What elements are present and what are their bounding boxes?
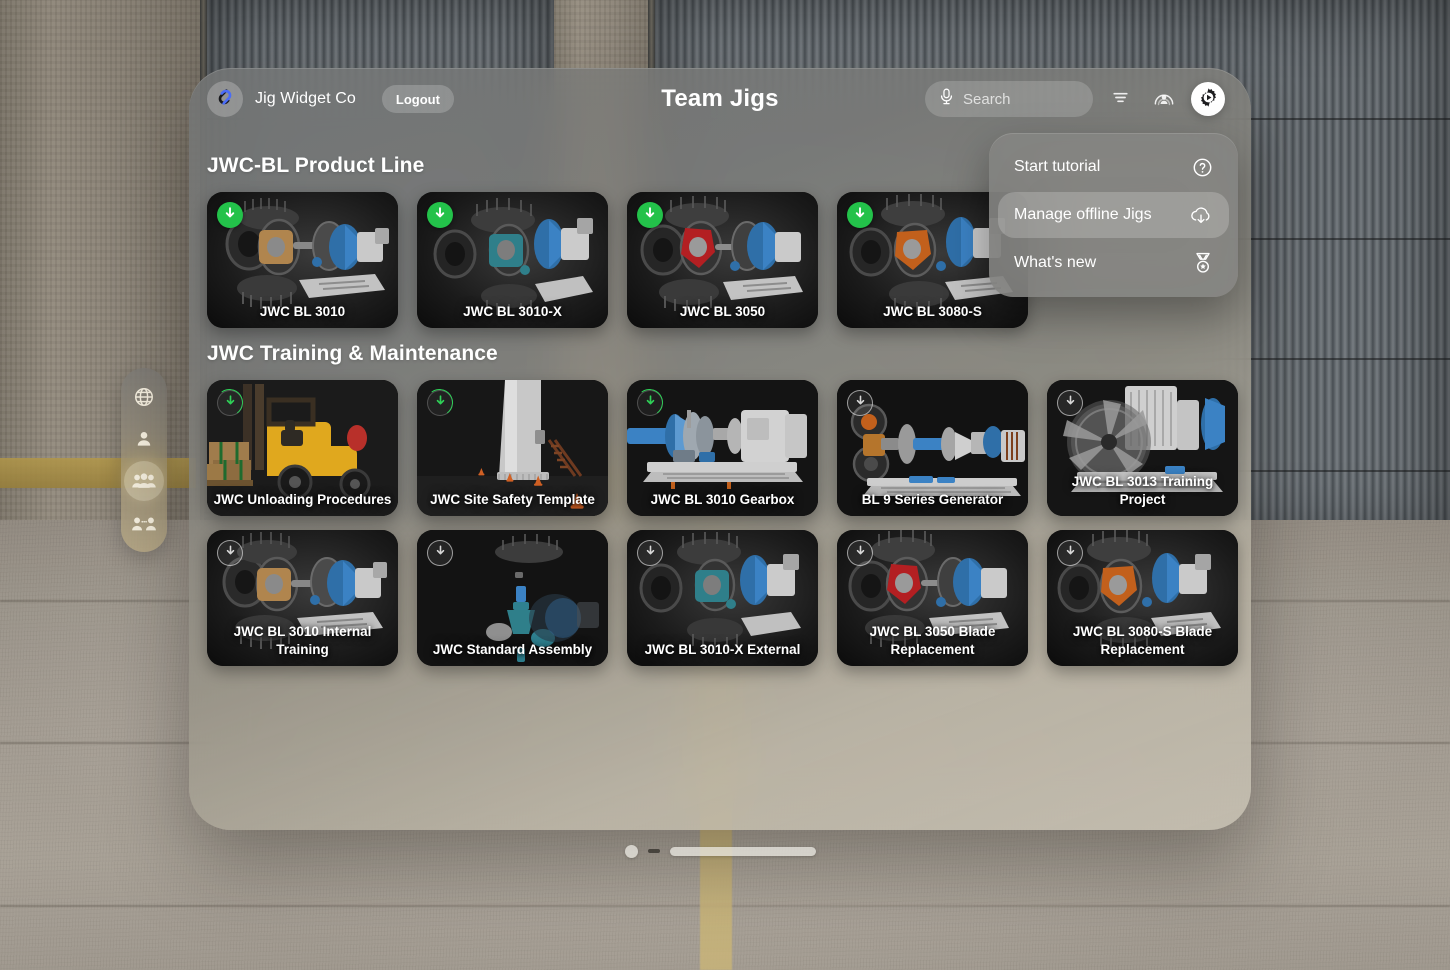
jig-card[interactable]: JWC BL 3010 Gearbox [627, 380, 818, 516]
brand-name: Jig Widget Co [255, 90, 356, 107]
medal-icon [1193, 252, 1213, 274]
people-shared-icon [131, 512, 157, 534]
jig-card[interactable]: JWC Site Safety Template [417, 380, 608, 516]
download-badge-complete[interactable] [217, 202, 243, 228]
settings-dropdown-menu: Start tutorial Manage offline Jigs What'… [989, 133, 1238, 297]
sidebar-item-explore[interactable] [124, 377, 164, 417]
card-row-training-2: JWC BL 3010 Internal Training JWC Standa… [207, 530, 1238, 666]
jig-card[interactable]: JWC BL 3050 Blade Replacement [837, 530, 1028, 666]
jig-card[interactable]: BL 9 Series Generator [837, 380, 1028, 516]
window-close-button[interactable] [624, 844, 638, 858]
menu-item-manage-offline-jigs[interactable]: Manage offline Jigs [998, 192, 1229, 238]
download-badge-pending[interactable] [217, 540, 243, 566]
jig-card[interactable]: JWC BL 3010 [207, 192, 398, 328]
person-arc-icon [1153, 88, 1175, 111]
download-arrow-icon [644, 394, 657, 412]
jig-card[interactable]: JWC Unloading Procedures [207, 380, 398, 516]
brand: Jig Widget Co Logout [207, 81, 454, 117]
app-window: Jig Widget Co Logout Team Jigs Search St… [189, 68, 1251, 830]
download-arrow-icon [223, 206, 237, 225]
window-chrome-dash [647, 849, 660, 853]
jig-card[interactable]: JWC BL 3010 Internal Training [207, 530, 398, 666]
download-arrow-icon [854, 544, 867, 562]
jig-card[interactable]: JWC BL 3010-X [417, 192, 608, 328]
download-badge-pending[interactable] [1057, 390, 1083, 416]
download-badge-pending[interactable] [847, 540, 873, 566]
logout-button[interactable]: Logout [381, 85, 454, 113]
jig-card[interactable]: JWC BL 3080-S Blade Replacement [1047, 530, 1238, 666]
download-arrow-icon [1064, 394, 1077, 412]
jig-card[interactable]: JWC BL 3050 [627, 192, 818, 328]
jig-card[interactable]: JWC BL 3013 Training Project [1047, 380, 1238, 516]
menu-item-start-tutorial[interactable]: Start tutorial [998, 144, 1229, 190]
menu-item-label: Start tutorial [1014, 158, 1101, 175]
brand-logo [207, 81, 243, 117]
download-badge-complete[interactable] [217, 390, 243, 416]
download-badge-complete[interactable] [847, 202, 873, 228]
gear-play-icon [1198, 87, 1219, 111]
sort-filter-button[interactable] [1103, 82, 1137, 116]
menu-item-label: What's new [1014, 254, 1097, 271]
download-badge-pending[interactable] [1057, 540, 1083, 566]
people-group-icon [131, 470, 157, 492]
download-badge-pending[interactable] [847, 390, 873, 416]
window-resize-handle[interactable] [669, 846, 816, 856]
download-badge-complete[interactable] [427, 390, 453, 416]
window-chrome [189, 840, 1251, 862]
search-input[interactable] [963, 90, 1079, 108]
filter-lines-icon [1111, 88, 1130, 110]
question-circle-icon [1192, 157, 1213, 178]
navigation-rail[interactable] [121, 368, 167, 552]
download-badge-pending[interactable] [637, 540, 663, 566]
share-collaborate-button[interactable] [1147, 82, 1181, 116]
section-title-training-maintenance: JWC Training & Maintenance [207, 342, 498, 365]
interlocking-links-logo-icon [213, 85, 237, 114]
download-arrow-icon [434, 544, 447, 562]
sidebar-item-shared[interactable] [124, 503, 164, 543]
search-field[interactable] [925, 81, 1093, 117]
sidebar-item-my-jigs[interactable] [124, 419, 164, 459]
cloud-download-icon [1189, 205, 1213, 226]
download-arrow-icon [433, 206, 447, 225]
jig-card[interactable]: JWC BL 3010-X External [627, 530, 818, 666]
app-header: Jig Widget Co Logout Team Jigs Search St… [189, 68, 1251, 297]
download-badge-complete[interactable] [427, 202, 453, 228]
download-arrow-icon [643, 206, 657, 225]
download-arrow-icon [434, 394, 447, 412]
download-arrow-icon [853, 206, 867, 225]
download-badge-in-progress[interactable] [637, 390, 663, 416]
card-row-training-1: JWC Unloading Procedures JWC Site Safety… [207, 380, 1238, 516]
settings-button[interactable] [1191, 82, 1225, 116]
globe-icon [133, 386, 155, 408]
sidebar-item-team[interactable] [124, 461, 164, 501]
jig-card[interactable]: JWC Standard Assembly [417, 530, 608, 666]
person-icon [133, 428, 155, 450]
download-arrow-icon [644, 544, 657, 562]
header-actions: Start tutorial Manage offline Jigs [925, 81, 1238, 297]
menu-item-label: Manage offline Jigs [1014, 206, 1152, 223]
vr-scene: Jig Widget Co Logout Team Jigs Search St… [0, 0, 1450, 970]
download-arrow-icon [224, 544, 237, 562]
download-badge-pending[interactable] [427, 540, 453, 566]
download-badge-complete[interactable] [637, 202, 663, 228]
download-arrow-icon [224, 394, 237, 412]
download-arrow-icon [1064, 544, 1077, 562]
download-arrow-icon [854, 394, 867, 412]
menu-item-whats-new[interactable]: What's new [998, 240, 1229, 286]
microphone-icon[interactable] [939, 88, 954, 110]
